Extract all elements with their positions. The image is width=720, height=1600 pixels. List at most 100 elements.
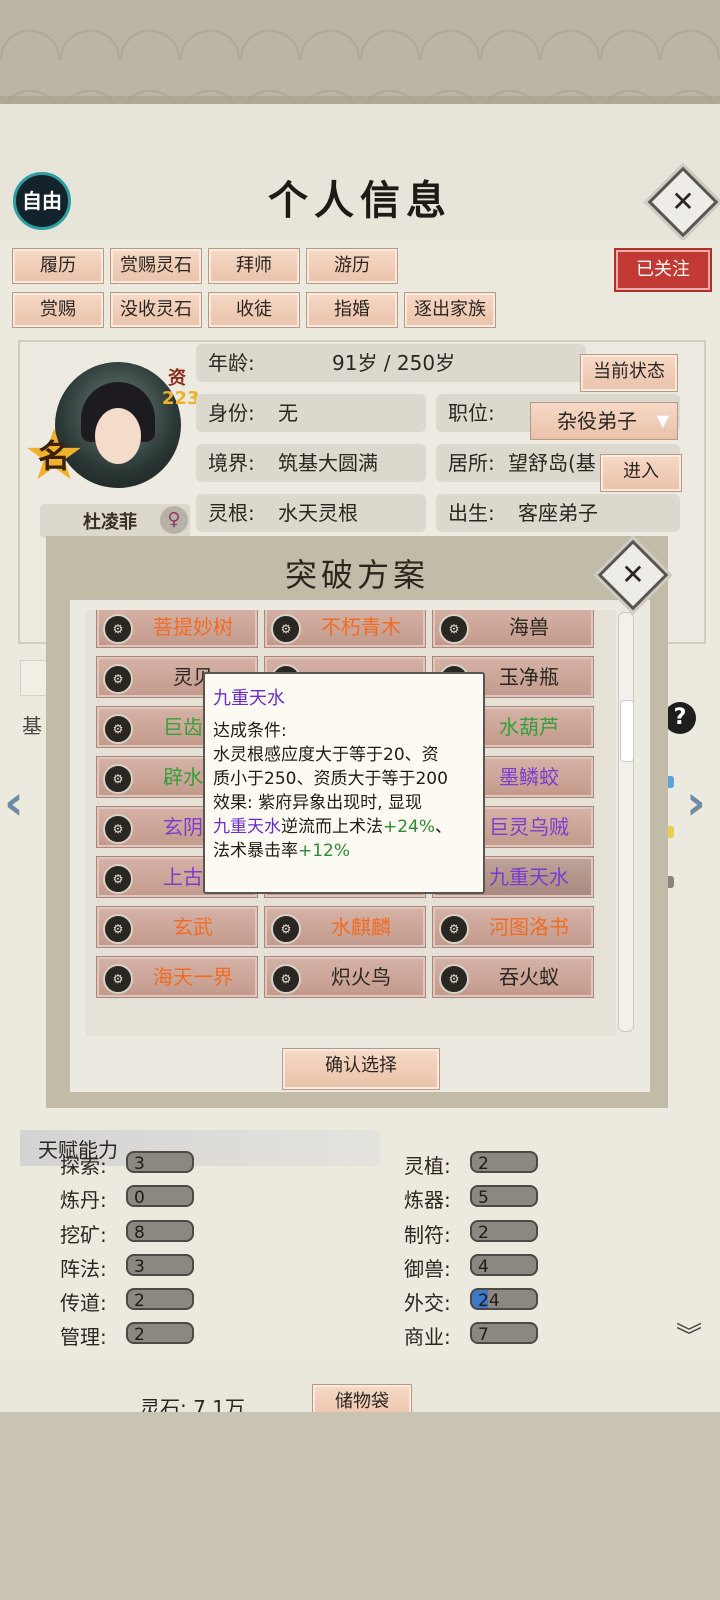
item-medallion-icon: ⚙ bbox=[271, 614, 301, 644]
confirm-selection-button[interactable]: 确认选择 bbox=[282, 1048, 440, 1090]
follow-badge[interactable]: 已关注 bbox=[614, 248, 712, 292]
chevron-down-icon[interactable]: ︾ bbox=[676, 1316, 702, 1353]
item-medallion-icon: ⚙ bbox=[439, 914, 469, 944]
tab-travel[interactable]: 游历 bbox=[306, 248, 398, 284]
talent-value: 3 bbox=[126, 1254, 194, 1277]
item-medallion-icon: ⚙ bbox=[103, 864, 133, 894]
next-arrow-icon[interactable]: › bbox=[686, 775, 706, 831]
tooltip-condition-line: 质小于250、资质大于等于200 bbox=[213, 769, 448, 789]
breakthrough-item-label: 九重天水 bbox=[489, 865, 569, 889]
tab-reward[interactable]: 赏赐 bbox=[12, 292, 104, 328]
age-field: 年龄: 91岁 / 250岁 bbox=[196, 344, 586, 382]
talent-label: 御兽: bbox=[404, 1257, 451, 1281]
breakthrough-item[interactable]: ⚙ 不朽青木 bbox=[264, 610, 426, 648]
scrollbar-thumb[interactable] bbox=[620, 700, 634, 762]
talent-label: 炼器: bbox=[404, 1188, 451, 1212]
breakthrough-item[interactable]: ⚙ 海兽 bbox=[432, 610, 594, 648]
item-medallion-icon: ⚙ bbox=[103, 614, 133, 644]
tooltip-bonus: +12% bbox=[298, 841, 351, 861]
tooltip-bonus: +24% bbox=[383, 817, 436, 837]
tooltip-effect-text: 逆流而上术法 bbox=[281, 817, 383, 837]
breakthrough-item-label: 巨灵乌贼 bbox=[489, 815, 569, 839]
dialog-title: 突破方案 bbox=[284, 556, 429, 594]
item-medallion-icon: ⚙ bbox=[103, 964, 133, 994]
tooltip-condition-line: 水灵根感应度大于等于20、资 bbox=[213, 745, 439, 765]
realm-value: 筑基大圆满 bbox=[278, 451, 378, 475]
decorative-top-band bbox=[0, 0, 720, 110]
breakthrough-item-label: 玉净瓶 bbox=[499, 665, 559, 689]
realm-field: 境界: 筑基大圆满 bbox=[196, 444, 426, 482]
breakthrough-item-label: 吞火蚁 bbox=[499, 965, 559, 989]
talent-label: 商业: bbox=[404, 1325, 451, 1349]
residence-label: 居所: bbox=[448, 451, 495, 475]
talent-label: 挖矿: bbox=[60, 1223, 107, 1247]
talent-value: 2 bbox=[470, 1220, 538, 1243]
talent-value: 7 bbox=[470, 1322, 538, 1345]
female-icon: ♀ bbox=[160, 506, 188, 534]
breakthrough-item[interactable]: ⚙ 河图洛书 bbox=[432, 906, 594, 948]
tooltip-sep: 、 bbox=[435, 817, 453, 837]
identity-value: 无 bbox=[278, 401, 298, 425]
close-icon: ✕ bbox=[671, 185, 695, 218]
tab-arrange-marriage[interactable]: 指婚 bbox=[306, 292, 398, 328]
breakthrough-item[interactable]: ⚙ 海天一界 bbox=[96, 956, 258, 998]
root-field: 灵根: 水天灵根 bbox=[196, 494, 426, 532]
item-medallion-icon: ⚙ bbox=[439, 964, 469, 994]
tooltip-effect-line: 效果: 紫府异象出现时, 显现 bbox=[213, 793, 422, 813]
tooltip-effect-name: 九重天水 bbox=[213, 817, 281, 837]
tab-reward-stones[interactable]: 赏赐灵石 bbox=[110, 248, 202, 284]
talent-label: 制符: bbox=[404, 1223, 451, 1247]
position-dropdown[interactable]: 杂役弟子 ▼ bbox=[530, 402, 678, 440]
item-medallion-icon: ⚙ bbox=[271, 914, 301, 944]
enter-button[interactable]: 进入 bbox=[600, 454, 682, 492]
prev-arrow-icon[interactable]: ‹ bbox=[4, 775, 24, 831]
birth-label: 出生: bbox=[448, 501, 495, 525]
breakthrough-item-label: 海天一界 bbox=[153, 965, 233, 989]
current-status-button[interactable]: 当前状态 bbox=[580, 354, 678, 392]
talent-value: 0 bbox=[126, 1185, 194, 1208]
identity-label: 身份: bbox=[208, 401, 255, 425]
close-icon: ✕ bbox=[621, 558, 645, 591]
item-tooltip: 九重天水 达成条件: 水灵根感应度大于等于20、资 质小于250、资质大于等于2… bbox=[203, 672, 485, 894]
talent-value: 2 bbox=[126, 1288, 194, 1311]
breakthrough-item[interactable]: ⚙ 吞火蚁 bbox=[432, 956, 594, 998]
section-label-partial: 基 bbox=[22, 714, 42, 738]
talent-value: 2 bbox=[470, 1151, 538, 1174]
breakthrough-item[interactable]: ⚙ 水麒麟 bbox=[264, 906, 426, 948]
breakthrough-item-label: 水麒麟 bbox=[331, 915, 391, 939]
position-value: 杂役弟子 bbox=[557, 409, 637, 433]
breakthrough-item-label: 海兽 bbox=[509, 615, 549, 639]
talent-value: 3 bbox=[126, 1151, 194, 1174]
talent-label: 炼丹: bbox=[60, 1188, 107, 1212]
breakthrough-item-label: 水葫芦 bbox=[499, 715, 559, 739]
talent-value: 24 bbox=[470, 1288, 538, 1311]
breakthrough-item[interactable]: ⚙ 菩提妙树 bbox=[96, 610, 258, 648]
root-value: 水天灵根 bbox=[278, 501, 358, 525]
talent-label: 管理: bbox=[60, 1325, 107, 1349]
tab-expel-family[interactable]: 逐出家族 bbox=[404, 292, 496, 328]
talent-label: 阵法: bbox=[60, 1257, 107, 1281]
item-medallion-icon: ⚙ bbox=[439, 614, 469, 644]
page-title: 个人信息 bbox=[268, 177, 452, 224]
item-medallion-icon: ⚙ bbox=[103, 764, 133, 794]
tooltip-effect-detail: 九重天水逆流而上术法+24%、 bbox=[213, 812, 452, 837]
talent-label: 灵植: bbox=[404, 1154, 451, 1178]
tab-resume[interactable]: 履历 bbox=[12, 248, 104, 284]
age-value: 91岁 / 250岁 bbox=[332, 351, 456, 375]
tooltip-title: 九重天水 bbox=[213, 688, 285, 709]
avatar-face bbox=[95, 408, 141, 464]
tab-confiscate-stones[interactable]: 没收灵石 bbox=[110, 292, 202, 328]
tooltip-condition-label: 达成条件: bbox=[213, 721, 287, 741]
tooltip-crit-text: 法术暴击率 bbox=[213, 841, 298, 861]
breakthrough-item[interactable]: ⚙ 炽火鸟 bbox=[264, 956, 426, 998]
birth-field: 出生: 客座弟子 bbox=[436, 494, 680, 532]
talent-label: 外交: bbox=[404, 1291, 451, 1315]
list-scrollbar[interactable] bbox=[618, 612, 634, 1032]
tab-take-disciple[interactable]: 收徒 bbox=[208, 292, 300, 328]
breakthrough-item[interactable]: ⚙ 玄武 bbox=[96, 906, 258, 948]
residence-value: 望舒岛(基 bbox=[508, 451, 596, 475]
age-label: 年龄: bbox=[208, 351, 255, 375]
tab-apprentice[interactable]: 拜师 bbox=[208, 248, 300, 284]
item-medallion-icon: ⚙ bbox=[103, 714, 133, 744]
help-icon[interactable]: ? bbox=[664, 702, 696, 734]
